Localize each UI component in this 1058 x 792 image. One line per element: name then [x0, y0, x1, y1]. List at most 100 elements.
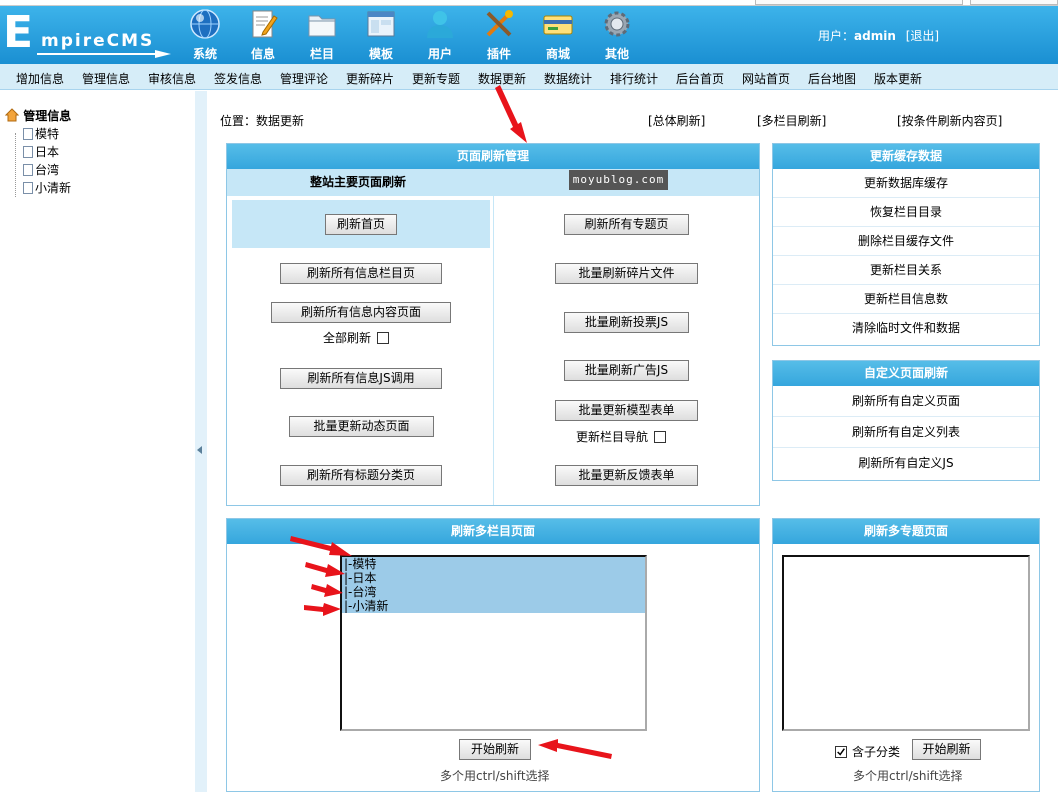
column-option[interactable]: |-台湾 — [342, 585, 645, 599]
template-window-icon — [367, 11, 395, 37]
logo-arrow-icon — [37, 50, 171, 58]
update-feedback-form-button[interactable]: 批量更新反馈表单 — [555, 465, 698, 486]
nav-label: 系统 — [192, 47, 217, 61]
refresh-custom-pages-link[interactable]: 刷新所有自定义页面 — [773, 386, 1039, 417]
update-column-count-link[interactable]: 更新栏目信息数 — [773, 285, 1039, 314]
menu-item-site-home[interactable]: 网站首页 — [742, 70, 790, 87]
full-refresh-checkbox[interactable] — [377, 332, 390, 344]
tree-root-label: 管理信息 — [23, 109, 72, 123]
full-refresh-label: 全部刷新 — [323, 331, 372, 345]
menu-item-admin-map[interactable]: 后台地图 — [808, 70, 856, 87]
menu-item-update-topics[interactable]: 更新专题 — [412, 70, 460, 87]
update-db-cache-link[interactable]: 更新数据库缓存 — [773, 169, 1039, 198]
header-bar: E mpireCMS 系统 信息 栏目 模板 用户 插件 商城 其他 用户：ad… — [0, 6, 1058, 64]
nav-update-label: 更新栏目导航 — [576, 430, 649, 444]
refresh-content-pages-button[interactable]: 刷新所有信息内容页面 — [271, 302, 451, 323]
tree-node-label: 模特 — [35, 127, 60, 141]
sidebar-splitter[interactable] — [195, 91, 207, 792]
menu-item-admin-home[interactable]: 后台首页 — [676, 70, 724, 87]
column-option[interactable]: |-日本 — [342, 571, 645, 585]
include-subclass-label: 含子分类 — [852, 745, 901, 759]
include-subclass-checkbox[interactable] — [835, 746, 847, 758]
menu-item-version-update[interactable]: 版本更新 — [874, 70, 922, 87]
nav-info[interactable]: 信息 — [240, 8, 286, 62]
tree-node-label: 小清新 — [35, 181, 72, 195]
panel-subtitle: 整站主要页面刷新 — [310, 175, 407, 189]
menu-item-rank-stats[interactable]: 排行统计 — [610, 70, 658, 87]
panel-title: 自定义页面刷新 — [773, 361, 1039, 386]
delete-column-cache-link[interactable]: 删除栏目缓存文件 — [773, 227, 1039, 256]
nav-user[interactable]: 用户 — [417, 8, 463, 62]
refresh-ad-js-button[interactable]: 批量刷新广告JS — [564, 360, 689, 381]
selection-hint: 多个用ctrl/shift选择 — [440, 769, 550, 783]
start-refresh-columns-button[interactable]: 开始刷新 — [459, 739, 531, 760]
nav-shop[interactable]: 商城 — [535, 8, 581, 62]
refresh-custom-lists-link[interactable]: 刷新所有自定义列表 — [773, 417, 1039, 448]
refresh-home-button[interactable]: 刷新首页 — [325, 214, 397, 235]
menu-item-manage-comments[interactable]: 管理评论 — [280, 70, 328, 87]
link-overall-refresh[interactable]: [总体刷新] — [648, 112, 705, 129]
update-model-form-button[interactable]: 批量更新模型表单 — [555, 400, 698, 421]
breadcrumb: 位置：数据更新 — [220, 114, 305, 128]
nav-label: 模板 — [368, 47, 393, 61]
document-icon — [23, 146, 33, 158]
home-icon — [4, 108, 20, 122]
update-column-relation-link[interactable]: 更新栏目关系 — [773, 256, 1039, 285]
nav-system[interactable]: 系统 — [182, 8, 228, 62]
watermark: moyublog.com — [569, 170, 668, 190]
refresh-fragment-files-button[interactable]: 批量刷新碎片文件 — [555, 263, 698, 284]
document-icon — [23, 182, 33, 194]
refresh-topic-pages-button[interactable]: 刷新所有专题页 — [564, 214, 689, 235]
column-option[interactable]: |-模特 — [342, 557, 645, 571]
nav-column[interactable]: 栏目 — [299, 8, 345, 62]
logout-link[interactable]: [退出] — [906, 29, 939, 43]
folder-icon — [308, 15, 336, 37]
nav-template[interactable]: 模板 — [358, 8, 404, 62]
tree-root[interactable]: 管理信息 — [4, 107, 72, 125]
tree-node-4[interactable]: 小清新 — [5, 179, 71, 197]
tree-node-1[interactable]: 模特 — [5, 125, 71, 143]
panel-subheader: 整站主要页面刷新 — [227, 169, 759, 196]
nav-plugin[interactable]: 插件 — [476, 8, 522, 62]
column-option[interactable]: |-小清新 — [342, 599, 645, 613]
nav-update-option[interactable]: 更新栏目导航 — [576, 428, 667, 445]
update-dynamic-pages-button[interactable]: 批量更新动态页面 — [289, 416, 434, 437]
collapse-arrow-icon[interactable] — [197, 446, 202, 454]
refresh-custom-js-link[interactable]: 刷新所有自定义JS — [773, 448, 1039, 479]
menu-item-data-stats[interactable]: 数据统计 — [544, 70, 592, 87]
menu-item-review-info[interactable]: 审核信息 — [148, 70, 196, 87]
tree-node-3[interactable]: 台湾 — [5, 161, 71, 179]
tree-node-2[interactable]: 日本 — [5, 143, 71, 161]
panel-title: 刷新多栏目页面 — [227, 519, 759, 544]
column-select-list[interactable]: |-模特 |-日本 |-台湾 |-小清新 — [340, 555, 647, 731]
clear-temp-data-link[interactable]: 清除临时文件和数据 — [773, 314, 1039, 343]
start-refresh-topics-button[interactable]: 开始刷新 — [912, 739, 981, 760]
nav-label: 信息 — [250, 47, 275, 61]
refresh-info-js-button[interactable]: 刷新所有信息JS调用 — [280, 368, 442, 389]
refresh-vote-js-button[interactable]: 批量刷新投票JS — [564, 312, 689, 333]
page-refresh-panel: 页面刷新管理 整站主要页面刷新 刷新首页 刷新所有信息栏目页 刷新所有信息内容页… — [226, 143, 760, 506]
link-multi-column-refresh[interactable]: [多栏目刷新] — [757, 112, 826, 129]
gear-icon — [604, 11, 630, 37]
logo-text: mpireCMS — [41, 31, 155, 51]
refresh-title-class-button[interactable]: 刷新所有标题分类页 — [280, 465, 442, 486]
multi-topic-panel: 刷新多专题页面 含子分类 开始刷新 多个用ctrl/shift选择 — [772, 518, 1040, 792]
nav-other[interactable]: 其他 — [594, 8, 640, 62]
include-subclass-option[interactable]: 含子分类 — [835, 743, 900, 760]
menu-item-add-info[interactable]: 增加信息 — [16, 70, 64, 87]
info-tree: 管理信息 模特 日本 台湾 小清新 — [4, 107, 72, 197]
link-conditional-refresh[interactable]: [按条件刷新内容页] — [897, 112, 1002, 129]
document-icon — [23, 128, 33, 140]
full-refresh-option[interactable]: 全部刷新 — [323, 329, 390, 346]
menu-item-manage-info[interactable]: 管理信息 — [82, 70, 130, 87]
user-info: 用户：admin [退出] — [818, 27, 939, 44]
nav-update-checkbox[interactable] — [654, 431, 667, 443]
refresh-column-pages-button[interactable]: 刷新所有信息栏目页 — [280, 263, 442, 284]
menu-item-update-fragments[interactable]: 更新碎片 — [346, 70, 394, 87]
topic-select-list[interactable] — [782, 555, 1030, 731]
multi-column-panel: 刷新多栏目页面 |-模特 |-日本 |-台湾 |-小清新 开始刷新 多个用ctr… — [226, 518, 760, 792]
logo-initial: E — [3, 7, 34, 58]
menu-item-sign-info[interactable]: 签发信息 — [214, 70, 262, 87]
menu-item-data-update[interactable]: 数据更新 — [478, 70, 526, 87]
restore-column-dir-link[interactable]: 恢复栏目目录 — [773, 198, 1039, 227]
